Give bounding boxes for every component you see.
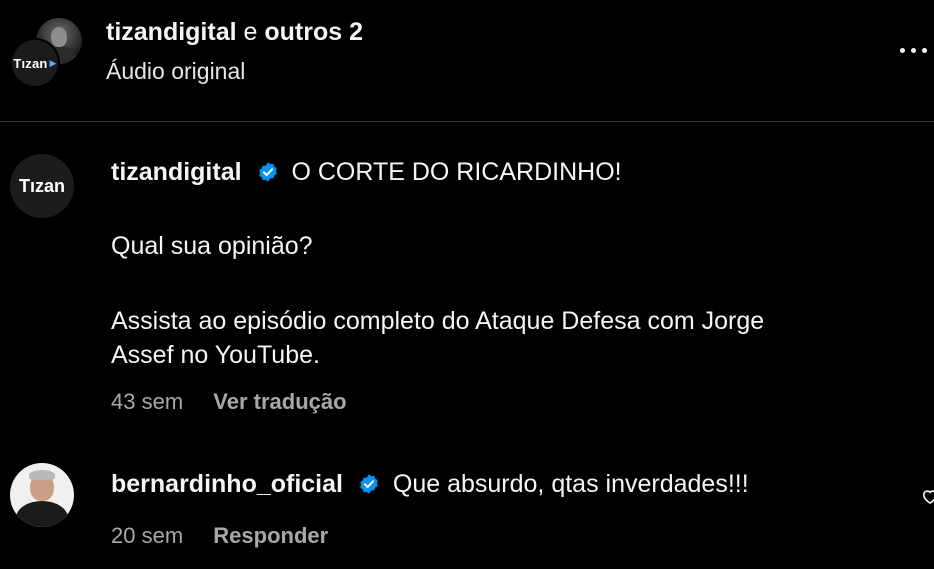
caption-question: Qual sua opinião? bbox=[111, 232, 313, 260]
collab-title[interactable]: tizandigital e outros 2 bbox=[106, 18, 363, 47]
audio-header: Tızan ▶ tizandigital e outros 2 Áudio or… bbox=[0, 0, 934, 122]
header-others[interactable]: outros 2 bbox=[264, 18, 363, 46]
divider bbox=[0, 121, 934, 122]
caption-headline: O CORTE DO RICARDINHO! bbox=[291, 158, 622, 186]
author-logo-text: Tızan bbox=[13, 55, 48, 71]
caption-timestamp: 43 sem bbox=[111, 389, 184, 414]
original-audio-label[interactable]: Áudio original bbox=[106, 58, 245, 85]
author-avatar[interactable]: Tızan ▶ bbox=[10, 38, 60, 88]
reply-button[interactable]: Responder bbox=[213, 523, 328, 548]
caption-body-line2: Assef no YouTube. bbox=[111, 341, 320, 369]
comment-timestamp: 20 sem bbox=[111, 523, 184, 548]
verified-badge-icon bbox=[258, 162, 277, 182]
caption-logo-text: Tızan bbox=[18, 175, 65, 196]
more-options-icon[interactable] bbox=[900, 38, 934, 62]
caption-username[interactable]: tizandigital bbox=[111, 158, 242, 186]
caption-author-avatar[interactable]: Tızan bbox=[10, 154, 74, 218]
verified-badge-icon bbox=[360, 474, 378, 494]
reel-comments-panel: Tızan ▶ tizandigital e outros 2 Áudio or… bbox=[0, 0, 934, 569]
caption-meta: 43 sem Ver tradução bbox=[111, 389, 347, 415]
see-translation-button[interactable]: Ver tradução bbox=[213, 389, 346, 414]
commenter-avatar[interactable] bbox=[10, 463, 74, 527]
comment-line: bernardinho_oficial Que absurdo, qtas in… bbox=[111, 470, 749, 499]
play-triangle-icon: ▶ bbox=[49, 57, 57, 68]
comment-meta: 20 sem Responder bbox=[111, 523, 328, 549]
comment-text: Que absurdo, qtas inverdades!!! bbox=[392, 470, 749, 498]
heart-outline-icon[interactable] bbox=[920, 486, 934, 506]
caption-first-line: tizandigital O CORTE DO RICARDINHO! bbox=[111, 158, 622, 187]
header-author[interactable]: tizandigital bbox=[106, 18, 237, 46]
comment-username[interactable]: bernardinho_oficial bbox=[111, 470, 343, 498]
caption-body-line1: Assista ao episódio completo do Ataque D… bbox=[111, 307, 765, 335]
header-joiner: e bbox=[243, 18, 258, 46]
collab-avatars[interactable]: Tızan ▶ bbox=[10, 18, 82, 88]
